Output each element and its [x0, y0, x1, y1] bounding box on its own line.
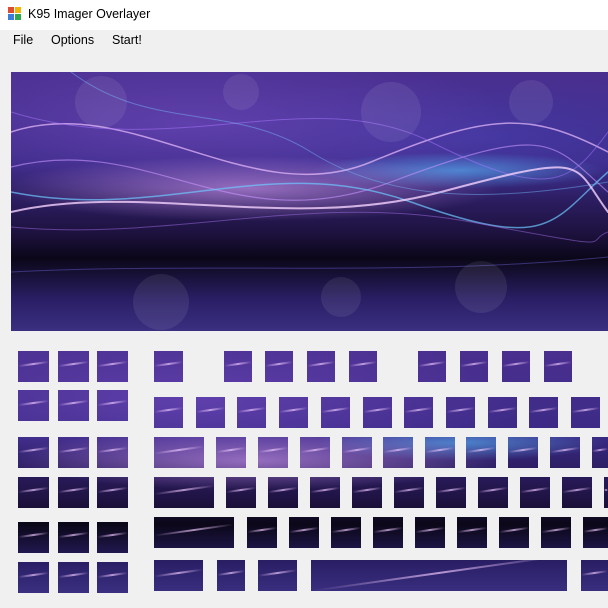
key-tile[interactable]	[97, 437, 128, 468]
key-tile[interactable]	[18, 351, 49, 382]
key-tile[interactable]	[18, 437, 49, 468]
key-tile[interactable]	[300, 437, 330, 468]
key-tile[interactable]	[311, 560, 567, 591]
key-tile[interactable]	[258, 437, 288, 468]
key-tile[interactable]	[342, 437, 372, 468]
key-tile[interactable]	[394, 477, 424, 508]
key-tile[interactable]	[226, 477, 256, 508]
key-tile[interactable]	[460, 351, 488, 382]
key-tile[interactable]	[58, 390, 89, 421]
key-tile[interactable]	[265, 351, 293, 382]
key-tile[interactable]	[196, 397, 225, 428]
key-tile[interactable]	[499, 517, 529, 548]
key-tile[interactable]	[363, 397, 392, 428]
key-tile[interactable]	[466, 437, 496, 468]
key-tile[interactable]	[279, 397, 308, 428]
key-tile[interactable]	[436, 477, 466, 508]
key-tile[interactable]	[258, 560, 297, 591]
key-tile[interactable]	[58, 437, 89, 468]
key-tile[interactable]	[154, 517, 234, 548]
key-tile[interactable]	[224, 351, 252, 382]
key-tile[interactable]	[97, 390, 128, 421]
key-tile[interactable]	[562, 477, 592, 508]
key-tile[interactable]	[478, 477, 508, 508]
key-tile[interactable]	[446, 397, 475, 428]
key-tile[interactable]	[154, 560, 203, 591]
key-tile[interactable]	[604, 477, 608, 508]
key-tile[interactable]	[541, 517, 571, 548]
key-tile[interactable]	[404, 397, 433, 428]
key-tile[interactable]	[571, 397, 600, 428]
key-tile[interactable]	[373, 517, 403, 548]
key-tile[interactable]	[520, 477, 550, 508]
key-tile[interactable]	[529, 397, 558, 428]
key-tile[interactable]	[289, 517, 319, 548]
key-tile[interactable]	[310, 477, 340, 508]
key-tile[interactable]	[383, 437, 413, 468]
key-tile[interactable]	[550, 437, 580, 468]
key-tile[interactable]	[425, 437, 455, 468]
key-tile[interactable]	[415, 517, 445, 548]
key-tile[interactable]	[237, 397, 266, 428]
key-tile[interactable]	[488, 397, 517, 428]
key-tile[interactable]	[18, 522, 49, 553]
key-tile[interactable]	[154, 397, 183, 428]
key-tile[interactable]	[18, 390, 49, 421]
key-tile[interactable]	[592, 437, 608, 468]
key-tile[interactable]	[97, 351, 128, 382]
key-tile[interactable]	[18, 477, 49, 508]
key-tile[interactable]	[268, 477, 298, 508]
key-tile[interactable]	[502, 351, 530, 382]
key-tile[interactable]	[97, 522, 128, 553]
key-tile[interactable]	[97, 477, 128, 508]
key-tile[interactable]	[583, 517, 608, 548]
key-tile[interactable]	[331, 517, 361, 548]
key-tile[interactable]	[307, 351, 335, 382]
key-tile[interactable]	[217, 560, 245, 591]
key-tile[interactable]	[349, 351, 377, 382]
key-tile[interactable]	[508, 437, 538, 468]
key-tile[interactable]	[216, 437, 246, 468]
key-tile[interactable]	[418, 351, 446, 382]
key-tile[interactable]	[581, 560, 608, 591]
key-tile[interactable]	[18, 562, 49, 593]
key-tile[interactable]	[58, 351, 89, 382]
key-tile[interactable]	[58, 562, 89, 593]
keyboard-key-grid	[0, 0, 608, 608]
key-tile[interactable]	[154, 351, 183, 382]
key-tile[interactable]	[457, 517, 487, 548]
key-tile[interactable]	[58, 477, 89, 508]
key-tile[interactable]	[352, 477, 382, 508]
key-tile[interactable]	[154, 437, 204, 468]
key-tile[interactable]	[247, 517, 277, 548]
key-tile[interactable]	[58, 522, 89, 553]
key-tile[interactable]	[154, 477, 214, 508]
key-tile[interactable]	[97, 562, 128, 593]
key-tile[interactable]	[321, 397, 350, 428]
key-tile[interactable]	[544, 351, 572, 382]
